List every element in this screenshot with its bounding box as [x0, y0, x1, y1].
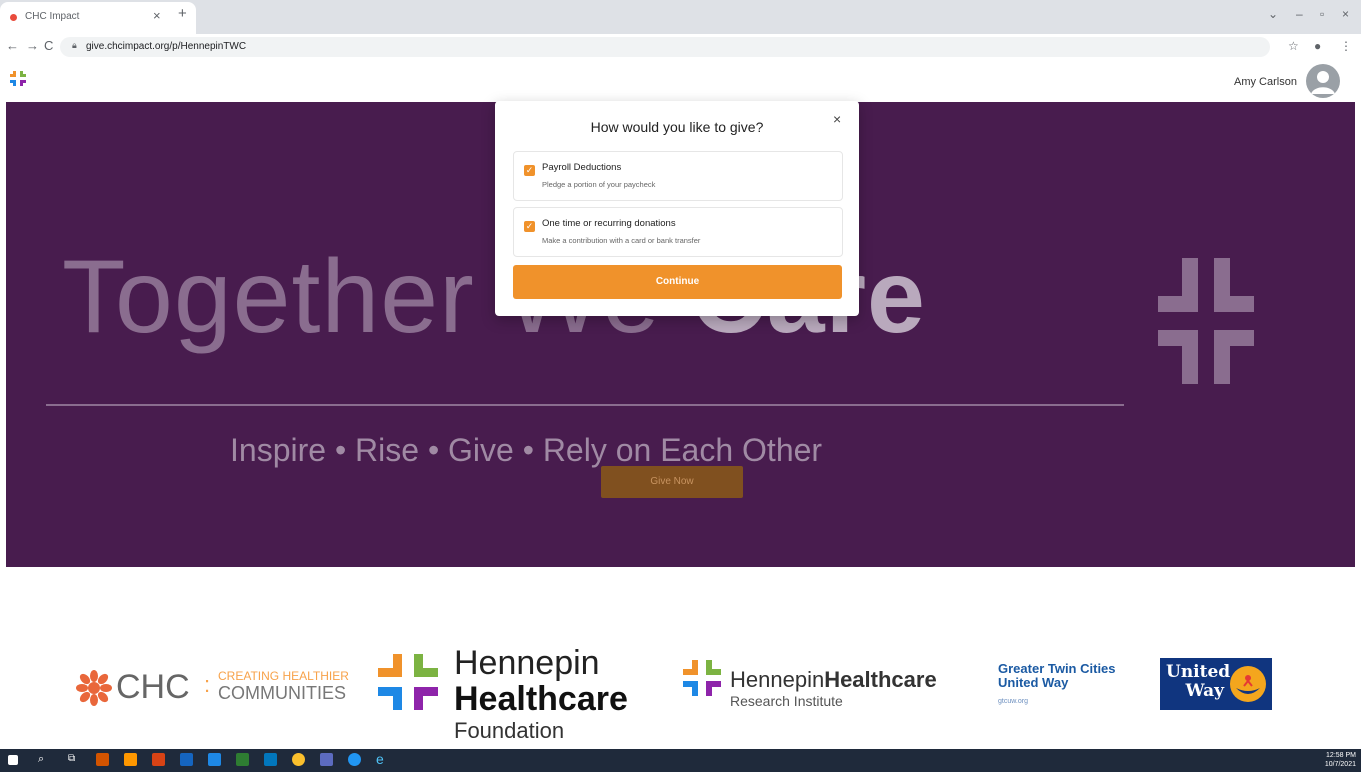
- gtc-uw-url: gtcuw.org: [998, 698, 1028, 705]
- hhf-line3: Foundation: [454, 718, 565, 743]
- start-icon[interactable]: [8, 755, 18, 765]
- chc-tagline-2: COMMUNITIES: [218, 683, 346, 703]
- url-field[interactable]: 🔒︎ give.chcimpact.org/p/HennepinTWC: [60, 37, 1270, 57]
- hennepin-foundation-logo-icon: [378, 654, 438, 710]
- photos-app-icon[interactable]: [124, 753, 137, 766]
- option-one-time-recurring[interactable]: ✓ One time or recurring donations Make a…: [513, 207, 843, 257]
- checkbox-checked-icon[interactable]: ✓: [524, 221, 535, 232]
- teams-app-icon[interactable]: [320, 753, 333, 766]
- forward-button[interactable]: →: [26, 38, 39, 53]
- tab-close-icon[interactable]: ×: [153, 8, 161, 23]
- reload-button[interactable]: C: [44, 38, 53, 53]
- chc-flower-icon: [76, 670, 112, 706]
- taskbar-clock[interactable]: 12:58 PM 10/7/2021: [1316, 751, 1356, 769]
- hero-logo-icon: [1158, 258, 1254, 384]
- user-name[interactable]: Amy Carlson: [1234, 76, 1297, 88]
- tab-title: CHC Impact: [25, 11, 80, 22]
- united-way-logo: United Way: [1160, 658, 1272, 710]
- new-tab-button[interactable]: +: [178, 5, 187, 22]
- maximize-button[interactable]: ▫: [1320, 7, 1324, 21]
- checkbox-checked-icon[interactable]: ✓: [524, 165, 535, 176]
- continue-button[interactable]: Continue: [513, 265, 842, 299]
- hhf-line2: Healthcare: [454, 680, 628, 718]
- hhf-line1: Hennepin: [454, 644, 600, 682]
- browser-tab-bar: CHC Impact × + ⌄ – ▫ ×: [0, 0, 1361, 34]
- hhr-line1: HennepinHealthcare: [730, 667, 937, 692]
- chc-mini-logo-icon[interactable]: [8, 68, 30, 90]
- address-bar-row: ← → C 🔒︎ give.chcimpact.org/p/HennepinTW…: [0, 34, 1361, 61]
- give-method-modal: How would you like to give? × ✓ Payroll …: [495, 101, 859, 316]
- chrome-app-icon[interactable]: [292, 753, 305, 766]
- project-app-icon[interactable]: [264, 753, 277, 766]
- site-header: Amy Carlson: [0, 60, 1361, 102]
- united-way-emblem-icon: [1230, 666, 1266, 702]
- hennepin-research-logo-icon: [683, 660, 721, 696]
- bookmark-star-icon[interactable]: ☆: [1288, 39, 1299, 53]
- powerpoint-app-icon[interactable]: [152, 753, 165, 766]
- user-avatar-icon[interactable]: [1306, 64, 1340, 98]
- task-view-icon[interactable]: ⧉: [68, 753, 81, 766]
- tab-search-icon[interactable]: ⌄: [1268, 7, 1278, 21]
- give-now-button[interactable]: Give Now: [601, 466, 743, 498]
- word-app-icon[interactable]: [208, 753, 221, 766]
- browser-tab[interactable]: CHC Impact ×: [0, 2, 196, 34]
- profile-icon[interactable]: ●: [1314, 39, 1321, 53]
- option-description: Pledge a portion of your paycheck: [542, 180, 656, 189]
- option-description: Make a contribution with a card or bank …: [542, 236, 701, 245]
- sponsor-footer: [0, 567, 1361, 749]
- menu-kebab-icon[interactable]: ⋮: [1340, 39, 1352, 53]
- chc-logo-text: CHC: [116, 668, 190, 706]
- hero-subtitle: Inspire • Rise • Give • Rely on Each Oth…: [230, 432, 823, 468]
- hero-divider: [46, 404, 1124, 406]
- minimize-button[interactable]: –: [1296, 7, 1303, 21]
- windows-taskbar: ⌕ ⧉ e 12:58 PM 10/7/2021: [0, 749, 1361, 772]
- chc-tagline-1: CREATING HEALTHIER: [218, 669, 349, 683]
- close-window-button[interactable]: ×: [1342, 7, 1349, 21]
- edge-app-icon[interactable]: e: [376, 751, 389, 767]
- excel-app-icon[interactable]: [236, 753, 249, 766]
- gtc-uw-logo-text: Greater Twin Cities United Way: [998, 661, 1116, 690]
- chc-separator: :: [204, 672, 211, 697]
- back-button[interactable]: ←: [6, 38, 19, 53]
- zoom-app-icon[interactable]: [348, 753, 361, 766]
- access-app-icon[interactable]: [96, 753, 109, 766]
- hhr-line2: Research Institute: [730, 693, 843, 709]
- favicon-icon: [10, 14, 17, 21]
- lock-icon: 🔒︎: [72, 40, 77, 50]
- url-text[interactable]: give.chcimpact.org/p/HennepinTWC: [86, 41, 246, 52]
- modal-title: How would you like to give?: [590, 119, 764, 135]
- search-icon[interactable]: ⌕: [38, 753, 51, 766]
- option-payroll-deductions[interactable]: ✓ Payroll Deductions Pledge a portion of…: [513, 151, 843, 201]
- outlook-app-icon[interactable]: [180, 753, 193, 766]
- option-title: Payroll Deductions: [542, 162, 622, 173]
- modal-close-icon[interactable]: ×: [833, 111, 841, 127]
- united-way-text: United Way: [1166, 662, 1231, 701]
- option-title: One time or recurring donations: [542, 218, 676, 229]
